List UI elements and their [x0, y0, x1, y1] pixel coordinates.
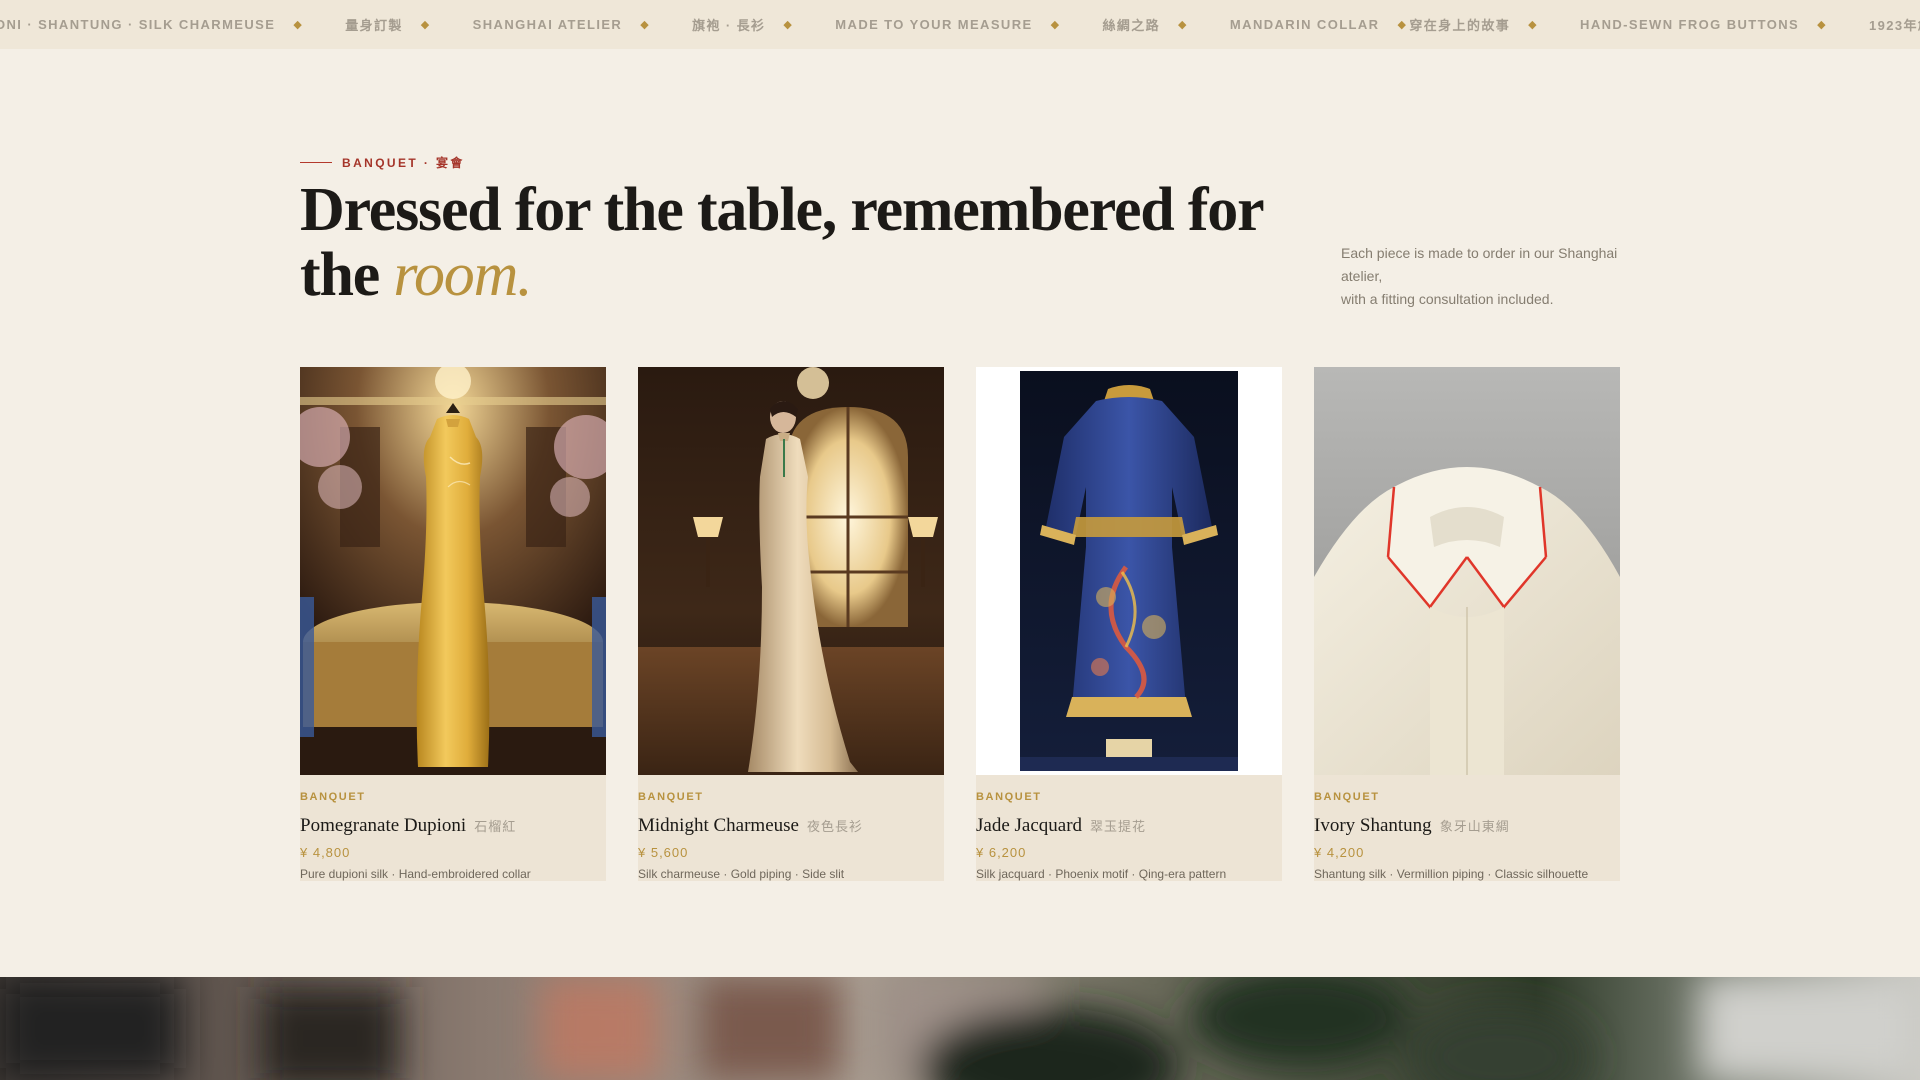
product-category: BANQUET [638, 791, 704, 803]
marquee-track: IONI · SHANTUNG · SILK CHARMEUSE ◆ 量身訂製 ◆ … [0, 0, 1920, 49]
marquee-item: 1923年創立◆ [1868, 18, 1920, 33]
product-price: ¥ 4,200 [1314, 845, 1365, 860]
diamond-icon: ◆ [293, 19, 304, 31]
product-price: ¥ 4,800 [300, 845, 351, 860]
eyebrow-label: BANQUET · 宴會 [342, 156, 465, 170]
product-name-cn: 象牙山東綢 [1439, 819, 1510, 834]
section-headline: Dressed for the table, remembered for th… [300, 178, 1300, 308]
product-name-cn: 翠玉提花 [1090, 819, 1147, 834]
intro-line-2: with a fitting consultation included. [1341, 291, 1554, 307]
product-card[interactable]: BANQUET Pomegranate Dupioni 石榴紅 ¥ 4,800 … [300, 367, 606, 881]
marquee-strip: IONI · SHANTUNG · SILK CHARMEUSE ◆ 量身訂製 ◆ … [0, 0, 1920, 49]
section-intro: Each piece is made to order in our Shang… [1341, 242, 1631, 311]
headline-accent: room. [393, 241, 532, 309]
product-category: BANQUET [1314, 791, 1380, 803]
marquee-item: 旗袍 · 長衫 ◆ [692, 18, 794, 33]
product-price: ¥ 5,600 [638, 845, 689, 860]
product-image[interactable] [1314, 367, 1620, 775]
marquee-item: MANDARIN COLLAR ◆ [1229, 17, 1408, 32]
diamond-icon: ◆ [1050, 19, 1061, 31]
product-meta: BANQUET Jade Jacquard 翠玉提花 ¥ 6,200 Silk … [976, 791, 1282, 881]
product-meta: BANQUET Ivory Shantung 象牙山東綢 ¥ 4,200 Sha… [1314, 791, 1620, 881]
product-title-row: Pomegranate Dupioni 石榴紅 [300, 815, 606, 837]
product-meta: BANQUET Midnight Charmeuse 夜色長衫 ¥ 5,600 … [638, 791, 944, 881]
product-name[interactable]: Jade Jacquard [976, 815, 1082, 837]
product-image[interactable] [300, 367, 606, 775]
product-image[interactable] [976, 367, 1282, 775]
product-meta: BANQUET Pomegranate Dupioni 石榴紅 ¥ 4,800 … [300, 791, 606, 881]
marquee-item: 穿在身上的故事 ◆ [1409, 18, 1539, 33]
product-title-row: Ivory Shantung 象牙山東綢 [1314, 815, 1620, 837]
product-grid: BANQUET Pomegranate Dupioni 石榴紅 ¥ 4,800 … [300, 367, 1620, 881]
product-title-row: Jade Jacquard 翠玉提花 [976, 815, 1282, 837]
marquee-item: 量身訂製 ◆ [345, 18, 431, 33]
diamond-icon: ◆ [1528, 19, 1539, 31]
diamond-icon: ◆ [420, 19, 431, 31]
product-card[interactable]: BANQUET Ivory Shantung 象牙山東綢 ¥ 4,200 Sha… [1314, 367, 1620, 881]
product-card[interactable]: BANQUET Midnight Charmeuse 夜色長衫 ¥ 5,600 … [638, 367, 944, 881]
diamond-icon: ◆ [1397, 19, 1408, 31]
product-image[interactable] [638, 367, 944, 775]
diamond-icon: ◆ [1817, 19, 1827, 31]
marquee-item: 絲綢之路 ◆ [1102, 18, 1188, 33]
bottom-hero-image [0, 977, 1920, 1080]
section-eyebrow: BANQUET · 宴會 [300, 154, 465, 171]
intro-line-1: Each piece is made to order in our Shang… [1341, 245, 1618, 284]
product-title-row: Midnight Charmeuse 夜色長衫 [638, 815, 944, 837]
diamond-icon: ◆ [783, 19, 794, 31]
marquee-item: MADE TO YOUR MEASURE ◆ [835, 17, 1061, 32]
product-name-cn: 石榴紅 [474, 819, 517, 834]
product-category: BANQUET [300, 791, 366, 803]
product-details: Silk jacquard · Phoenix motif · Qing-era… [976, 867, 1227, 881]
product-name[interactable]: Pomegranate Dupioni [300, 815, 466, 837]
product-name-cn: 夜色長衫 [806, 819, 863, 834]
product-details: Silk charmeuse · Gold piping · Side slit [638, 867, 845, 881]
product-card[interactable]: BANQUET Jade Jacquard 翠玉提花 ¥ 6,200 Silk … [976, 367, 1282, 881]
product-name[interactable]: Ivory Shantung [1314, 815, 1432, 837]
marquee-item: IONI · SHANTUNG · SILK CHARMEUSE ◆ [0, 17, 304, 32]
product-price: ¥ 6,200 [976, 845, 1027, 860]
marquee-item: HAND-SEWN FROG BUTTONS ◆ [1580, 17, 1827, 32]
product-details: Shantung silk · Vermillion piping · Clas… [1314, 867, 1589, 881]
diamond-icon: ◆ [640, 19, 651, 31]
product-category: BANQUET [976, 791, 1042, 803]
marquee-item: SHANGHAI ATELIER ◆ [472, 17, 651, 32]
product-name[interactable]: Midnight Charmeuse [638, 815, 799, 837]
product-details: Pure dupioni silk · Hand-embroidered col… [300, 867, 531, 881]
diamond-icon: ◆ [1178, 19, 1188, 31]
eyebrow-rule [300, 162, 332, 163]
